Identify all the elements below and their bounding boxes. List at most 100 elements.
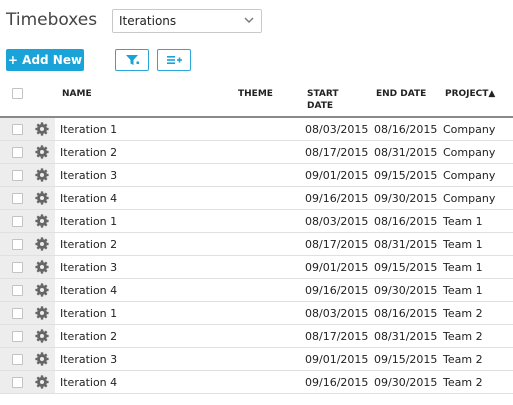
row-start-date: 08/17/2015 bbox=[305, 330, 369, 343]
table-row[interactable]: Iteration 3 09/01/2015 09/15/2015 Team 1 bbox=[0, 256, 513, 279]
row-end-date: 08/31/2015 bbox=[374, 146, 438, 159]
gear-icon[interactable] bbox=[35, 145, 49, 159]
row-end-date: 08/16/2015 bbox=[374, 123, 438, 136]
gear-icon[interactable] bbox=[35, 260, 49, 274]
row-name[interactable]: Iteration 1 bbox=[60, 215, 117, 228]
table-row[interactable]: Iteration 4 09/16/2015 09/30/2015 Team 1 bbox=[0, 279, 513, 302]
row-project: Team 1 bbox=[443, 215, 483, 228]
row-end-date: 08/16/2015 bbox=[374, 307, 438, 320]
grid-body: Iteration 1 08/03/2015 08/16/2015 Compan… bbox=[0, 118, 513, 394]
gear-icon[interactable] bbox=[35, 168, 49, 182]
row-project: Team 2 bbox=[443, 330, 483, 343]
row-checkbox[interactable] bbox=[12, 147, 23, 158]
row-start-date: 09/16/2015 bbox=[305, 376, 369, 389]
column-header-project[interactable]: PROJECT▲ bbox=[445, 88, 495, 100]
row-end-date: 08/31/2015 bbox=[374, 330, 438, 343]
row-name[interactable]: Iteration 2 bbox=[60, 330, 117, 343]
gear-icon[interactable] bbox=[35, 306, 49, 320]
row-checkbox[interactable] bbox=[12, 239, 23, 250]
gear-icon[interactable] bbox=[35, 283, 49, 297]
table-row[interactable]: Iteration 3 09/01/2015 09/15/2015 Team 2 bbox=[0, 348, 513, 371]
row-start-date: 09/01/2015 bbox=[305, 169, 369, 182]
row-checkbox[interactable] bbox=[12, 216, 23, 227]
row-project: Company bbox=[443, 169, 496, 182]
row-name[interactable]: Iteration 1 bbox=[60, 307, 117, 320]
row-start-date: 09/16/2015 bbox=[305, 192, 369, 205]
column-header-project-label: PROJECT bbox=[445, 89, 489, 99]
row-project: Team 1 bbox=[443, 261, 483, 274]
table-row[interactable]: Iteration 3 09/01/2015 09/15/2015 Compan… bbox=[0, 164, 513, 187]
row-checkbox[interactable] bbox=[12, 377, 23, 388]
table-row[interactable]: Iteration 1 08/03/2015 08/16/2015 Compan… bbox=[0, 118, 513, 141]
column-chooser-button[interactable] bbox=[157, 49, 191, 71]
sort-ascending-icon: ▲ bbox=[488, 89, 496, 99]
table-row[interactable]: Iteration 4 09/16/2015 09/30/2015 Team 2 bbox=[0, 371, 513, 394]
row-name[interactable]: Iteration 4 bbox=[60, 376, 117, 389]
select-all-checkbox[interactable] bbox=[12, 88, 23, 99]
row-name[interactable]: Iteration 3 bbox=[60, 353, 117, 366]
row-checkbox[interactable] bbox=[12, 308, 23, 319]
row-project: Team 2 bbox=[443, 353, 483, 366]
table-row[interactable]: Iteration 2 08/17/2015 08/31/2015 Team 2 bbox=[0, 325, 513, 348]
row-end-date: 09/30/2015 bbox=[374, 284, 438, 297]
gear-icon[interactable] bbox=[35, 237, 49, 251]
row-name[interactable]: Iteration 2 bbox=[60, 146, 117, 159]
page-title: Timeboxes bbox=[6, 10, 98, 30]
toolbar: + Add New bbox=[0, 48, 513, 74]
row-name[interactable]: Iteration 2 bbox=[60, 238, 117, 251]
row-end-date: 09/15/2015 bbox=[374, 353, 438, 366]
row-name[interactable]: Iteration 3 bbox=[60, 169, 117, 182]
chevron-down-icon bbox=[244, 17, 254, 23]
row-start-date: 09/01/2015 bbox=[305, 353, 369, 366]
row-name[interactable]: Iteration 4 bbox=[60, 284, 117, 297]
row-project: Team 2 bbox=[443, 376, 483, 389]
row-end-date: 09/15/2015 bbox=[374, 169, 438, 182]
column-header-start-date-line2: DATE bbox=[307, 101, 334, 111]
grid-header: NAME THEME START DATE END DATE PROJECT▲ bbox=[0, 80, 513, 118]
add-new-button[interactable]: + Add New bbox=[6, 49, 84, 71]
column-header-end-date[interactable]: END DATE bbox=[376, 88, 426, 100]
row-start-date: 08/03/2015 bbox=[305, 307, 369, 320]
row-start-date: 08/17/2015 bbox=[305, 146, 369, 159]
row-end-date: 08/16/2015 bbox=[374, 215, 438, 228]
row-checkbox[interactable] bbox=[12, 193, 23, 204]
table-row[interactable]: Iteration 2 08/17/2015 08/31/2015 Compan… bbox=[0, 141, 513, 164]
table-row[interactable]: Iteration 1 08/03/2015 08/16/2015 Team 1 bbox=[0, 210, 513, 233]
row-checkbox[interactable] bbox=[12, 262, 23, 273]
row-checkbox[interactable] bbox=[12, 124, 23, 135]
column-header-start-date[interactable]: START DATE bbox=[307, 88, 339, 112]
table-row[interactable]: Iteration 4 09/16/2015 09/30/2015 Compan… bbox=[0, 187, 513, 210]
gear-icon[interactable] bbox=[35, 191, 49, 205]
column-header-name[interactable]: NAME bbox=[62, 88, 92, 100]
table-row[interactable]: Iteration 1 08/03/2015 08/16/2015 Team 2 bbox=[0, 302, 513, 325]
row-end-date: 09/30/2015 bbox=[374, 376, 438, 389]
row-end-date: 09/30/2015 bbox=[374, 192, 438, 205]
column-chooser-icon bbox=[167, 56, 182, 64]
row-end-date: 09/15/2015 bbox=[374, 261, 438, 274]
row-checkbox[interactable] bbox=[12, 285, 23, 296]
row-project: Company bbox=[443, 123, 496, 136]
row-project: Team 1 bbox=[443, 238, 483, 251]
row-checkbox[interactable] bbox=[12, 331, 23, 342]
row-project: Company bbox=[443, 146, 496, 159]
timebox-type-select-value: Iterations bbox=[119, 14, 177, 28]
row-name[interactable]: Iteration 3 bbox=[60, 261, 117, 274]
gear-icon[interactable] bbox=[35, 214, 49, 228]
row-name[interactable]: Iteration 4 bbox=[60, 192, 117, 205]
top-bar: Timeboxes Iterations bbox=[0, 0, 513, 44]
row-name[interactable]: Iteration 1 bbox=[60, 123, 117, 136]
gear-icon[interactable] bbox=[35, 352, 49, 366]
column-header-theme[interactable]: THEME bbox=[238, 88, 273, 100]
filter-button[interactable] bbox=[115, 49, 149, 71]
gear-icon[interactable] bbox=[35, 375, 49, 389]
row-checkbox[interactable] bbox=[12, 354, 23, 365]
gear-icon[interactable] bbox=[35, 122, 49, 136]
row-project: Team 1 bbox=[443, 284, 483, 297]
gear-icon[interactable] bbox=[35, 329, 49, 343]
timebox-type-select[interactable]: Iterations bbox=[112, 9, 262, 33]
row-start-date: 09/01/2015 bbox=[305, 261, 369, 274]
row-end-date: 08/31/2015 bbox=[374, 238, 438, 251]
table-row[interactable]: Iteration 2 08/17/2015 08/31/2015 Team 1 bbox=[0, 233, 513, 256]
row-checkbox[interactable] bbox=[12, 170, 23, 181]
row-project: Team 2 bbox=[443, 307, 483, 320]
